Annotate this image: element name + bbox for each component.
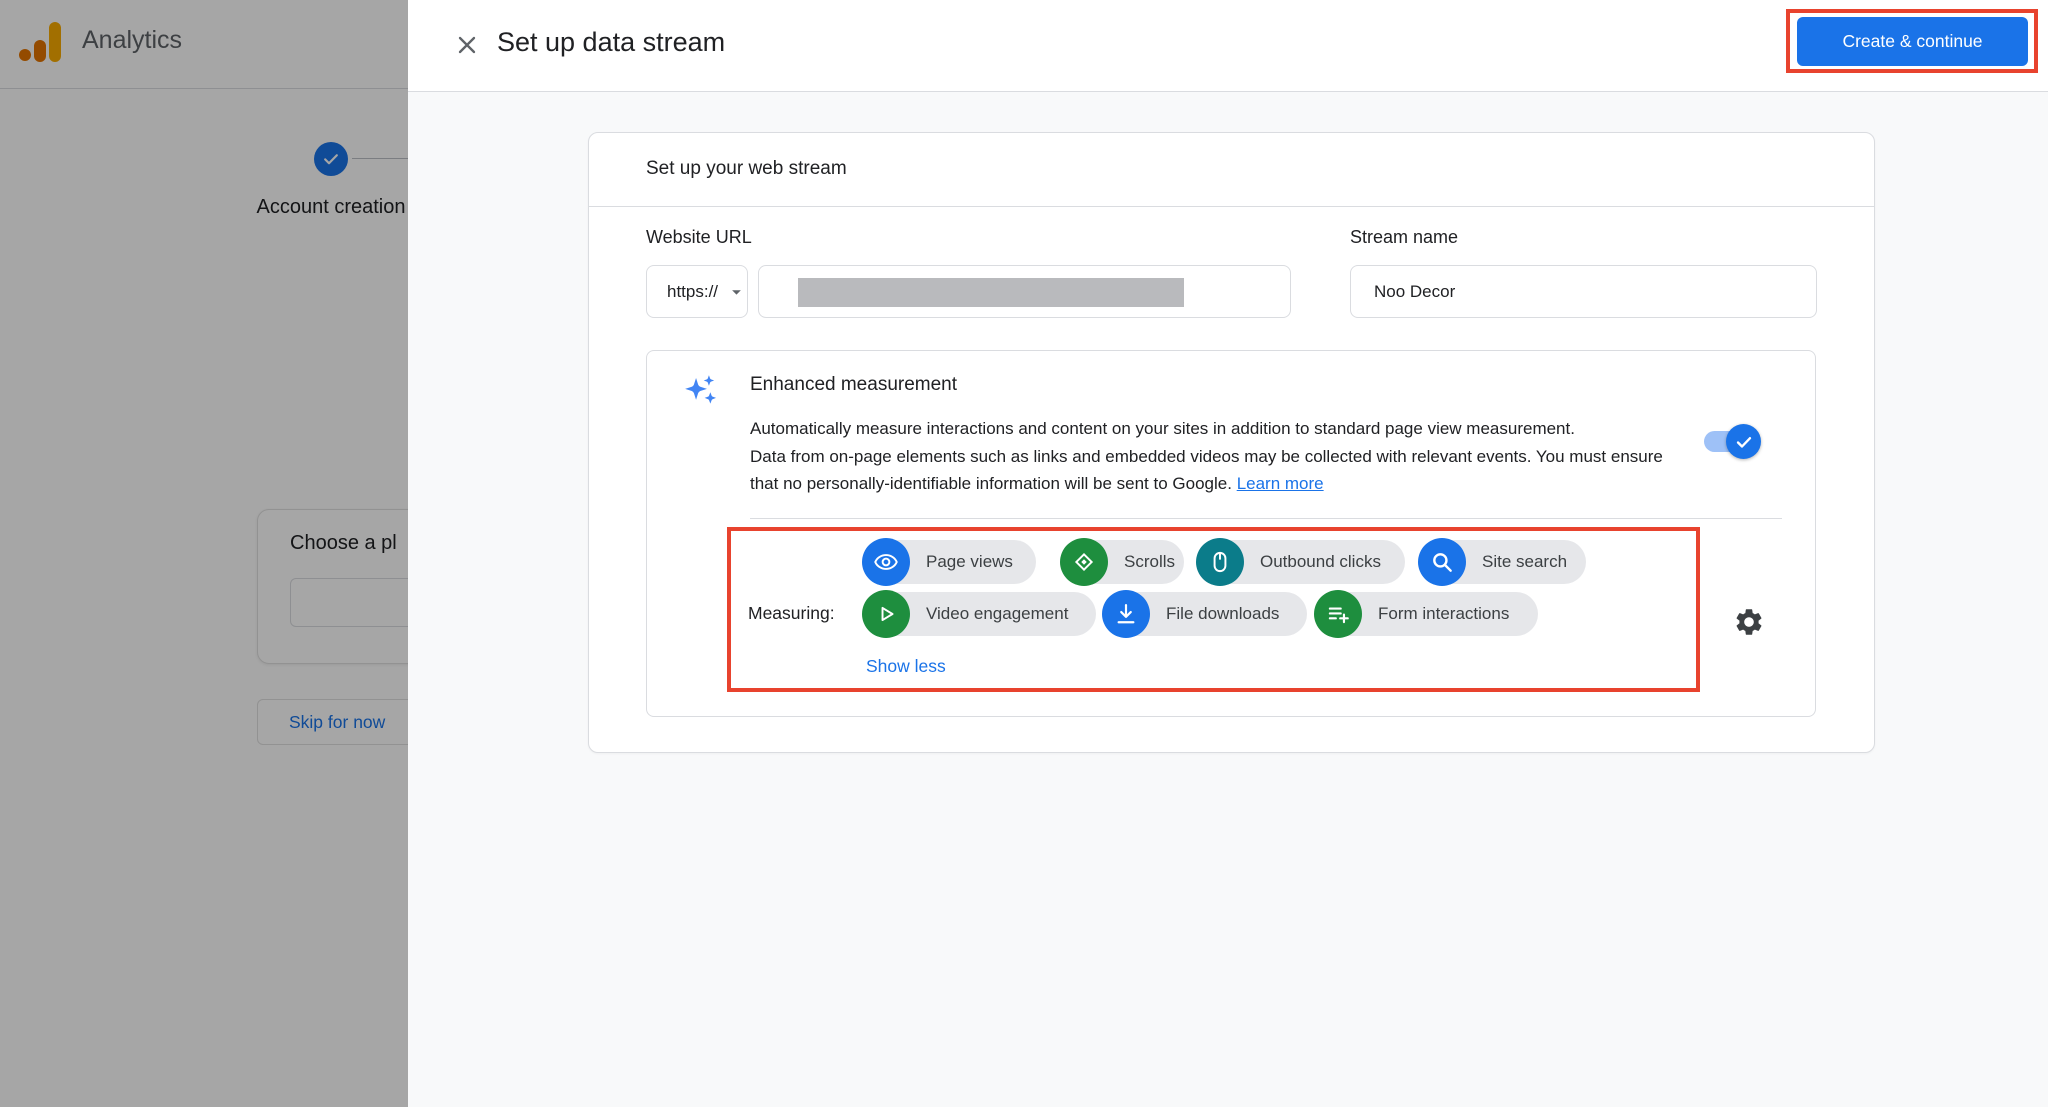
show-less-link[interactable]: Show less xyxy=(866,656,946,677)
stream-name-label: Stream name xyxy=(1350,227,1458,248)
panel-title: Set up data stream xyxy=(497,27,725,58)
sparkle-icon xyxy=(684,373,718,407)
close-icon[interactable] xyxy=(447,25,487,65)
chip-page-views: Page views xyxy=(864,540,1036,584)
modal-scrim xyxy=(0,0,408,1107)
scroll-diamond-icon xyxy=(1060,538,1108,586)
gear-icon[interactable] xyxy=(1725,598,1773,646)
screen: Analytics Account creation Choose a pl S… xyxy=(0,0,2048,1107)
description-line: Automatically measure interactions and c… xyxy=(750,415,1710,443)
create-continue-button[interactable]: Create & continue xyxy=(1797,17,2028,66)
enhanced-measurement-toggle[interactable] xyxy=(1704,422,1760,463)
setup-data-stream-panel: Set up data stream Create & continue Set… xyxy=(408,0,2048,1107)
panel-header: Set up data stream Create & continue xyxy=(408,0,2048,92)
play-icon xyxy=(862,590,910,638)
chip-label: Outbound clicks xyxy=(1260,552,1381,572)
web-stream-card-title: Set up your web stream xyxy=(646,158,847,180)
chip-scrolls: Scrolls xyxy=(1062,540,1184,584)
eye-icon xyxy=(862,538,910,586)
protocol-value: https:// xyxy=(667,282,718,302)
chip-site-search: Site search xyxy=(1420,540,1586,584)
toggle-thumb-check-icon xyxy=(1726,424,1761,459)
website-url-input[interactable] xyxy=(758,265,1291,318)
website-url-label: Website URL xyxy=(646,227,752,248)
description-line: Data from on-page elements such as links… xyxy=(750,443,1710,471)
divider xyxy=(750,518,1782,519)
chip-label: Video engagement xyxy=(926,604,1068,624)
learn-more-link[interactable]: Learn more xyxy=(1237,474,1324,493)
web-stream-card-header: Set up your web stream xyxy=(589,133,1874,207)
chip-label: Page views xyxy=(926,552,1013,572)
chevron-down-icon xyxy=(726,281,747,303)
url-redaction-block xyxy=(798,278,1184,307)
chip-form-interactions: Form interactions xyxy=(1316,592,1538,636)
description-line-3: that no personally-identifiable informat… xyxy=(750,474,1232,493)
chip-label: Form interactions xyxy=(1378,604,1509,624)
chip-label: File downloads xyxy=(1166,604,1279,624)
description-line: that no personally-identifiable informat… xyxy=(750,470,1710,498)
enhanced-measurement-description: Automatically measure interactions and c… xyxy=(750,415,1710,498)
protocol-select[interactable]: https:// xyxy=(646,265,748,318)
chip-outbound-clicks: Outbound clicks xyxy=(1198,540,1405,584)
enhanced-measurement-card: Enhanced measurement Automatically measu… xyxy=(646,350,1816,717)
chip-file-downloads: File downloads xyxy=(1104,592,1307,636)
download-icon xyxy=(1102,590,1150,638)
measuring-label: Measuring: xyxy=(748,603,835,624)
form-add-icon xyxy=(1314,590,1362,638)
web-stream-card: Set up your web stream Website URL Strea… xyxy=(588,132,1875,753)
chip-video-engagement: Video engagement xyxy=(864,592,1096,636)
enhanced-measurement-title: Enhanced measurement xyxy=(750,374,957,396)
chip-label: Site search xyxy=(1482,552,1567,572)
search-icon xyxy=(1418,538,1466,586)
chip-label: Scrolls xyxy=(1124,552,1175,572)
mouse-icon xyxy=(1196,538,1244,586)
stream-name-input[interactable] xyxy=(1350,265,1817,318)
